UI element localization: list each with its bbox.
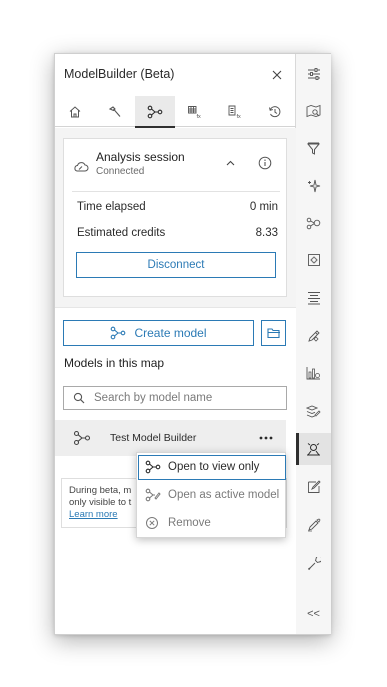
model-graph-icon (73, 430, 91, 446)
card-divider (72, 191, 280, 192)
analysis-session-card: Analysis session Connected Time elapsed (63, 138, 287, 297)
toolbar-analysis[interactable] (296, 207, 331, 239)
estimated-credits-label: Estimated credits (77, 227, 166, 239)
toolbar-modelbuilder[interactable] (296, 433, 331, 465)
collapse-session-button[interactable] (222, 155, 238, 171)
estimated-credits-value: 8.33 (255, 227, 278, 239)
model-graph-icon (147, 105, 163, 118)
model-edit-icon (145, 488, 161, 502)
table-fx-icon: fx (188, 105, 202, 119)
toolbar-chart[interactable] (296, 357, 331, 389)
chevron-up-icon (226, 160, 234, 166)
wrench-icon (307, 557, 321, 571)
session-info-button[interactable] (256, 154, 274, 172)
close-button[interactable] (267, 65, 287, 85)
menu-item-label: Remove (168, 517, 211, 529)
time-elapsed-value: 0 min (249, 201, 278, 213)
modelbuilder-window: ModelBuilder (Beta) fx fx Analysis sessi… (54, 53, 331, 635)
search-icon (73, 392, 85, 404)
tab-history[interactable] (255, 96, 295, 127)
toolbar-settings[interactable] (296, 58, 331, 90)
sketch-icon (307, 480, 321, 493)
disconnect-button[interactable]: Disconnect (76, 252, 276, 278)
model-graph-icon (145, 460, 161, 474)
tab-home[interactable] (55, 96, 95, 127)
menu-item-remove[interactable]: Remove (137, 510, 287, 537)
toolbar-filter[interactable] (296, 133, 331, 165)
svg-text:fx: fx (237, 114, 242, 119)
toolbar-sketch[interactable] (296, 471, 331, 503)
panel-content: Analysis session Connected Time elapsed (55, 128, 296, 634)
folder-open-icon (266, 328, 280, 339)
menu-item-label: Open as active model (168, 489, 280, 501)
panel-header: ModelBuilder (Beta) (55, 54, 296, 96)
filter-icon (307, 142, 320, 155)
tab-function-table[interactable]: fx (175, 96, 215, 127)
create-model-button[interactable]: Create model (63, 320, 254, 346)
sparkle-icon (307, 179, 320, 193)
model-list-item-label: Test Model Builder (110, 432, 197, 444)
toolbar-sparkle[interactable] (296, 170, 331, 202)
close-icon (272, 70, 282, 80)
hammer-icon (108, 105, 121, 117)
remove-circle-icon (146, 517, 158, 529)
cloud-connection-icon (74, 162, 89, 172)
tab-tools[interactable] (95, 96, 135, 127)
sliders-icon (307, 68, 320, 80)
toolbar-edit[interactable] (296, 320, 331, 352)
session-title: Analysis session (96, 150, 185, 164)
history-icon (269, 105, 281, 117)
info-icon (258, 156, 272, 170)
chart-icon (306, 367, 320, 380)
create-model-label: Create model (134, 326, 207, 340)
toolbar-map-layers[interactable] (296, 95, 331, 127)
model-search-box (63, 386, 287, 410)
model-search-input[interactable] (94, 392, 274, 404)
pencil-diamond-icon (307, 330, 320, 342)
model-context-menu: Open to view only Open as active model R… (136, 452, 286, 538)
panel-tabs: fx fx (55, 96, 296, 128)
toolbar-collapse-button[interactable]: << (296, 604, 331, 624)
map-search-icon (306, 104, 321, 117)
modelbuilder-panel: ModelBuilder (Beta) fx fx Analysis sessi… (55, 54, 296, 634)
draw-icon (307, 518, 320, 532)
menu-item-label: Open to view only (168, 461, 260, 473)
doc-fx-icon: fx (228, 105, 242, 119)
model-graph-icon (111, 326, 126, 340)
analysis-icon (306, 217, 321, 230)
align-icon (307, 292, 320, 305)
panel-title: ModelBuilder (Beta) (64, 67, 175, 81)
toolbar-align[interactable] (296, 282, 331, 314)
model-list-item[interactable]: Test Model Builder (55, 420, 286, 456)
model-more-options-button[interactable] (254, 429, 278, 447)
tab-model[interactable] (135, 96, 175, 128)
toolbar-tools[interactable] (296, 548, 331, 580)
toolbar-draw[interactable] (296, 509, 331, 541)
layers-edit-icon (306, 405, 321, 418)
open-model-button[interactable] (261, 320, 286, 346)
models-section-title: Models in this map (64, 356, 165, 370)
tab-function-doc[interactable]: fx (215, 96, 255, 127)
toolbar-layers-edit[interactable] (296, 395, 331, 427)
home-icon (69, 105, 81, 117)
right-toolbar: << (296, 54, 331, 634)
session-status: Connected (96, 166, 145, 177)
gear-box-icon (307, 254, 320, 266)
more-options-icon (259, 436, 273, 440)
learn-more-link[interactable]: Learn more (69, 509, 118, 520)
menu-item-open-active[interactable]: Open as active model (137, 482, 287, 509)
time-elapsed-label: Time elapsed (77, 201, 146, 213)
menu-item-open-view-only[interactable]: Open to view only (137, 454, 287, 481)
toolbar-settings-gear[interactable] (296, 244, 331, 276)
svg-text:fx: fx (197, 114, 202, 119)
modelbuilder-icon (307, 442, 320, 455)
search-icon-wrap (64, 392, 94, 404)
